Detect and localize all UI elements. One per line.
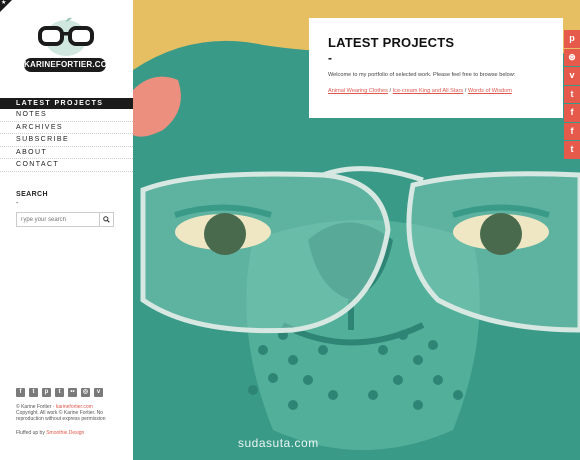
latest-projects-card: LATEST PROJECTS - Welcome to my portfoli…	[309, 18, 563, 118]
fluffed-link[interactable]: Smoothie.Design	[46, 430, 84, 436]
watermark: sudasuta.com	[238, 436, 319, 450]
tumblr-icon[interactable]: t	[55, 388, 64, 397]
corner-flag[interactable]: ★	[0, 0, 12, 12]
copyright-line2: Copyright. All work © Karine Fortier. No…	[16, 410, 106, 422]
twitter-icon[interactable]: t	[564, 141, 580, 159]
vimeo-icon[interactable]: v	[94, 388, 103, 397]
facebook-like-icon[interactable]: f	[564, 104, 580, 122]
search-dash: -	[16, 200, 19, 207]
vimeo-icon[interactable]: v	[564, 67, 580, 85]
card-title: LATEST PROJECTS	[328, 35, 455, 50]
nav-item-contact[interactable]: CONTACT	[0, 159, 133, 172]
link-separator: /	[464, 88, 467, 94]
sidebar: ★ KARINEFORTIER.COM LATEST PROJECTS NOTE…	[0, 0, 133, 460]
instagram-icon[interactable]: ◎	[81, 388, 90, 397]
search-icon	[103, 216, 110, 223]
nav-item-subscribe[interactable]: SUBSCRIBE	[0, 134, 133, 147]
project-link-ice-cream-king[interactable]: Ice-cream King and All Stars	[393, 88, 464, 94]
search-button[interactable]	[99, 213, 113, 226]
fluffed-prefix: Fluffed up by	[16, 430, 45, 436]
project-link-words-of-wisdom[interactable]: Words of Wisdom	[468, 88, 512, 94]
dribbble-icon[interactable]: ⊛	[564, 48, 580, 66]
card-intro-text: Welcome to my portfolio of selected work…	[328, 72, 516, 78]
pinterest-icon[interactable]: p	[42, 388, 51, 397]
nav-item-latest-projects[interactable]: LATEST PROJECTS	[0, 98, 133, 109]
search-title: SEARCH	[16, 191, 48, 198]
nav-item-about[interactable]: ABOUT	[0, 147, 133, 159]
tumblr-icon[interactable]: t	[564, 85, 580, 103]
twitter-icon[interactable]: t	[29, 388, 38, 397]
project-links: Animal Wearing Clothes / Ice-cream King …	[328, 88, 544, 94]
flickr-icon[interactable]: ••	[68, 388, 77, 397]
search-box	[16, 212, 114, 227]
nav-item-notes[interactable]: NOTES	[0, 109, 133, 122]
main-nav: LATEST PROJECTS NOTES ARCHIVES SUBSCRIBE…	[0, 98, 133, 172]
nav-item-archives[interactable]: ARCHIVES	[0, 122, 133, 134]
facebook-icon[interactable]: f	[16, 388, 25, 397]
share-bar: p ⊛ v t f f t	[564, 30, 580, 160]
logo-text[interactable]: KARINEFORTIER.COM	[24, 58, 114, 72]
card-dash: -	[328, 51, 332, 65]
social-links: f t p t •• ◎ v	[16, 388, 103, 397]
pinterest-icon[interactable]: p	[564, 30, 580, 48]
copyright: © Karine Fortier · karinefortier.com Cop…	[16, 404, 124, 422]
search-input[interactable]	[17, 213, 99, 226]
fluffed-credit: Fluffed up by Smoothie.Design	[16, 430, 84, 436]
project-link-animal-wearing-clothes[interactable]: Animal Wearing Clothes	[328, 88, 388, 94]
link-separator: /	[389, 88, 392, 94]
corner-flag-icon: ★	[1, 0, 7, 6]
facebook-icon[interactable]: f	[564, 122, 580, 140]
